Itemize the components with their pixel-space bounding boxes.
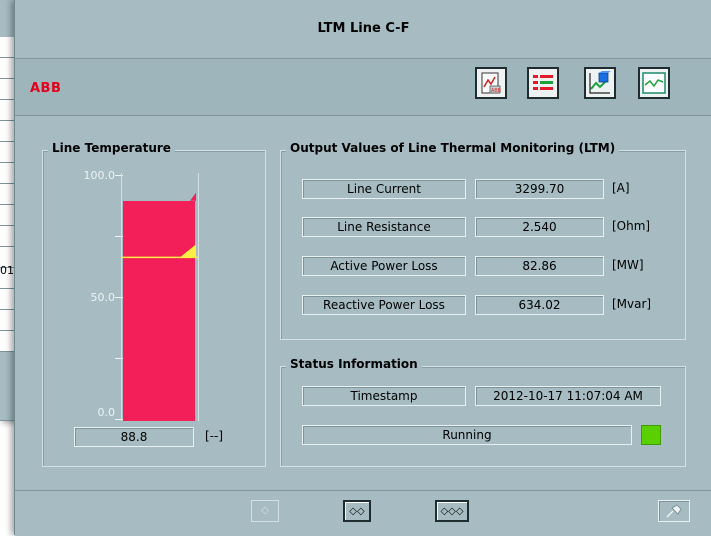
bg-row-text: 01 <box>0 264 14 277</box>
reactive-power-loss-unit: [Mvar] <box>612 297 652 311</box>
pin-icon <box>666 504 682 518</box>
window-title: LTM Line C-F <box>317 21 410 36</box>
bg-row <box>0 205 14 226</box>
active-power-loss-unit: [MW] <box>612 258 644 272</box>
bg-row <box>0 226 14 247</box>
value-marker <box>190 192 196 201</box>
triple-view-button[interactable]: ◇◇◇ <box>435 500 469 522</box>
title-bar[interactable]: LTM Line C-F <box>15 0 711 59</box>
line-temperature-title: Line Temperature <box>48 141 175 155</box>
active-power-loss-value: 82.86 <box>475 256 604 276</box>
threshold-marker <box>180 244 196 258</box>
line-temperature-value: 88.8 <box>74 427 194 447</box>
svg-text:ABB: ABB <box>491 88 502 94</box>
line-current-value: 3299.70 <box>475 179 604 199</box>
status-state: Running <box>302 425 632 445</box>
bg-row <box>0 58 14 79</box>
scale-max-label: 100.0 <box>83 169 116 182</box>
status-title: Status Information <box>286 357 422 371</box>
line-resistance-unit: [Ohm] <box>612 219 651 233</box>
toolbar: ABB ABB <box>15 59 711 116</box>
pin-button[interactable] <box>658 500 690 522</box>
bg-row <box>0 289 14 310</box>
line-current-unit: [A] <box>612 181 630 195</box>
status-indicator <box>641 425 661 445</box>
list-icon <box>533 75 553 90</box>
line-resistance-label: Line Resistance <box>302 217 466 237</box>
line-temperature-unit: [--] <box>205 429 224 443</box>
report-icon: ABB <box>481 72 502 94</box>
bg-row <box>0 310 14 331</box>
double-view-button[interactable]: ◇◇ <box>343 500 371 522</box>
line-resistance-value: 2.540 <box>475 217 604 237</box>
bg-row <box>0 184 14 205</box>
scale-min-label: 0.0 <box>97 406 116 419</box>
timestamp-value: 2012-10-17 11:07:04 AM <box>475 386 661 406</box>
trend-button[interactable] <box>638 67 670 99</box>
trend-icon <box>642 72 666 94</box>
timestamp-label: Timestamp <box>302 386 466 406</box>
abb-logo: ABB <box>30 81 62 96</box>
single-view-button[interactable]: ◇ <box>251 500 279 522</box>
line-current-label: Line Current <box>302 179 466 199</box>
temperature-gauge <box>121 173 199 421</box>
bg-row <box>0 331 14 352</box>
scale-mid-label: 50.0 <box>90 291 116 304</box>
output-values-title: Output Values of Line Thermal Monitoring… <box>286 141 620 155</box>
footer-bar: ◇ ◇◇ ◇◇◇ <box>15 490 711 536</box>
reactive-power-loss-label: Reactive Power Loss <box>302 295 466 315</box>
bg-row <box>0 79 14 100</box>
ltm-window: LTM Line C-F ABB ABB Line Temperature 10… <box>14 0 711 536</box>
reactive-power-loss-value: 634.02 <box>475 295 604 315</box>
gauge-markers <box>122 192 198 259</box>
bg-row <box>0 163 14 184</box>
list-button[interactable] <box>527 67 559 99</box>
3d-chart-icon <box>589 71 611 94</box>
bg-row <box>0 121 14 142</box>
active-power-loss-label: Active Power Loss <box>302 256 466 276</box>
status-frame <box>280 366 686 467</box>
bg-row <box>0 37 14 58</box>
bg-row <box>0 142 14 163</box>
report-button[interactable]: ABB <box>475 67 507 99</box>
3d-chart-button[interactable] <box>584 67 616 99</box>
bg-row <box>0 100 14 121</box>
